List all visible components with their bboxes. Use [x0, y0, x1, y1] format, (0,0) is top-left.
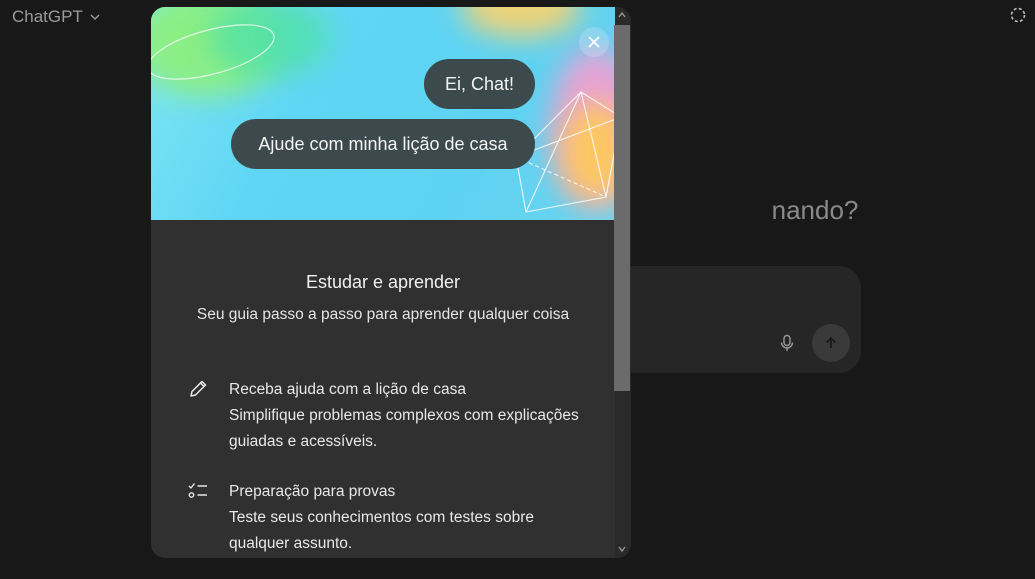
feature-description: Teste seus conhecimentos com testes sobr… — [229, 509, 534, 552]
send-button[interactable] — [812, 324, 850, 362]
checklist-icon — [188, 483, 207, 498]
feature-homework: Receba ajuda com a lição de casa Simplif… — [187, 377, 587, 455]
chat-bubble-greeting: Ei, Chat! — [424, 59, 535, 109]
feature-exam-prep: Preparação para provas Teste seus conhec… — [187, 479, 587, 557]
close-button[interactable] — [579, 27, 609, 57]
scroll-up-icon[interactable] — [617, 10, 627, 20]
temporary-chat-icon[interactable] — [1009, 6, 1027, 24]
study-mode-modal: Ei, Chat! Ajude com minha lição de casa … — [151, 7, 631, 558]
feature-description: Simplifique problemas complexos com expl… — [229, 407, 579, 450]
feature-title: Preparação para provas — [229, 483, 396, 500]
scroll-down-icon[interactable] — [617, 544, 627, 554]
chevron-down-icon — [90, 14, 100, 20]
model-selector[interactable]: ChatGPT — [12, 7, 101, 27]
modal-subtitle: Seu guia passo a passo para aprender qua… — [196, 306, 570, 323]
chat-bubble-request: Ajude com minha lição de casa — [231, 119, 535, 169]
pencil-icon — [190, 380, 207, 397]
arrow-up-icon — [825, 336, 837, 348]
hero-illustration: Ei, Chat! Ajude com minha lição de casa — [151, 7, 615, 220]
app-title: ChatGPT — [12, 7, 83, 26]
modal-title: Estudar e aprender — [305, 272, 461, 292]
scrollbar-thumb[interactable] — [614, 25, 630, 391]
decorative-lines — [151, 24, 615, 213]
microphone-icon[interactable] — [778, 334, 796, 352]
close-icon — [588, 36, 600, 48]
feature-title: Receba ajuda com a lição de casa — [229, 381, 466, 398]
